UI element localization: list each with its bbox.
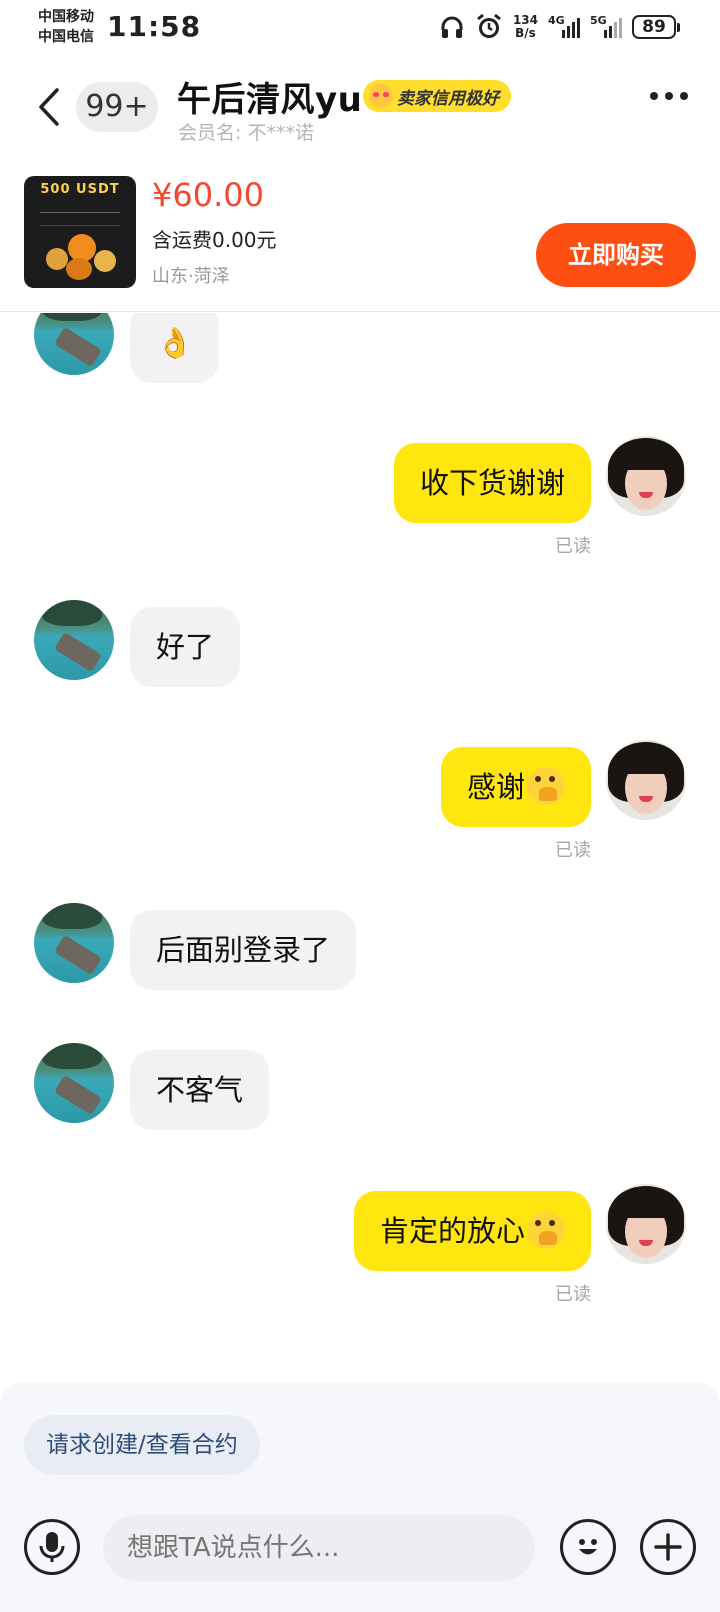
clock: 11:58 <box>107 10 202 43</box>
signal-strength-2: 5G <box>590 14 622 38</box>
status-icons: 134 B/s 4G 5G 89 <box>439 12 680 42</box>
seller-avatar[interactable] <box>34 903 114 983</box>
pray-emoji-icon <box>527 767 565 805</box>
shipping-info: 含运费0.00元 <box>152 228 277 252</box>
composer-panel: 请求创建/查看合约 <box>0 1382 720 1612</box>
voice-button[interactable] <box>24 1519 80 1575</box>
read-receipt: 已读 <box>555 840 591 861</box>
message-input[interactable] <box>103 1515 535 1581</box>
battery-indicator: 89 <box>632 15 680 39</box>
message-bubble[interactable]: 肯定的放心 <box>353 1191 591 1271</box>
product-price: ¥60.00 <box>152 176 264 214</box>
more-dots-icon <box>650 92 658 100</box>
message-text: 感谢 <box>466 770 525 804</box>
unread-count-badge[interactable]: 99+ <box>76 82 158 132</box>
seller-avatar[interactable] <box>34 600 114 680</box>
thumbnail-title: 500 USDT <box>40 182 120 197</box>
ok-hand-emoji: 👌 <box>156 326 194 361</box>
speed-unit: B/s <box>515 26 536 40</box>
chevron-left-icon <box>39 88 59 126</box>
buy-now-button[interactable]: 立即购买 <box>536 223 696 287</box>
heart-eyes-icon <box>369 84 393 108</box>
signal-strength-1: 4G <box>548 14 580 38</box>
read-receipt: 已读 <box>555 1284 591 1305</box>
product-card: 500 USDT ¥60.00 含运费0.00元 山东·菏泽 立即购买 <box>0 168 720 312</box>
product-thumbnail[interactable]: 500 USDT <box>24 176 136 288</box>
user-avatar[interactable] <box>606 1184 686 1264</box>
carrier-labels: 中国移动 中国电信 <box>38 7 94 47</box>
network-type-1: 4G <box>548 14 565 27</box>
message-list[interactable]: 👌 收下货谢谢 已读 好了 感谢 已读 后面别登录了 不客气 肯定的放心 已读 <box>0 313 720 1380</box>
user-avatar[interactable] <box>606 740 686 820</box>
chat-header: 99+ 午后清风yu 卖家信用极好 会员名: 不***诺 <box>0 56 720 156</box>
carrier-2: 中国电信 <box>38 29 94 45</box>
read-receipt: 已读 <box>555 536 591 557</box>
smiley-icon <box>579 1539 597 1555</box>
seller-avatar[interactable] <box>34 1043 114 1123</box>
message-bubble[interactable]: 感谢 <box>440 747 591 827</box>
network-speed: 134 B/s <box>513 14 538 40</box>
status-bar: 中国移动 中国电信 11:58 134 B/s 4G 5G 89 <box>0 0 720 54</box>
emoji-button[interactable] <box>560 1519 616 1575</box>
product-location: 山东·菏泽 <box>152 266 230 287</box>
chat-title: 午后清风yu <box>177 80 363 120</box>
member-name: 会员名: 不***诺 <box>178 122 314 144</box>
credit-badge-label: 卖家信用极好 <box>397 88 499 109</box>
user-avatar[interactable] <box>606 436 686 516</box>
back-button[interactable] <box>32 82 66 132</box>
alarm-icon <box>477 13 501 38</box>
message-text: 肯定的放心 <box>379 1214 525 1248</box>
message-bubble[interactable]: 好了 <box>130 607 241 687</box>
contract-button[interactable]: 请求创建/查看合约 <box>24 1415 260 1475</box>
message-bubble[interactable]: 👌 <box>130 313 220 383</box>
message-bubble[interactable]: 后面别登录了 <box>130 910 357 990</box>
pray-emoji-icon <box>527 1211 565 1249</box>
message-bubble[interactable]: 收下货谢谢 <box>393 443 591 523</box>
network-type-2: 5G <box>590 14 607 27</box>
seller-avatar[interactable] <box>34 313 114 375</box>
plus-circle-icon <box>654 1533 682 1561</box>
seller-credit-badge: 卖家信用极好 <box>363 80 511 112</box>
more-actions-button[interactable] <box>640 1519 696 1575</box>
carrier-1: 中国移动 <box>38 9 94 25</box>
headphones-icon <box>441 16 463 38</box>
message-bubble[interactable]: 不客气 <box>130 1050 270 1130</box>
battery-level: 89 <box>632 15 676 39</box>
microphone-icon <box>39 1532 65 1562</box>
more-button[interactable] <box>650 92 688 100</box>
